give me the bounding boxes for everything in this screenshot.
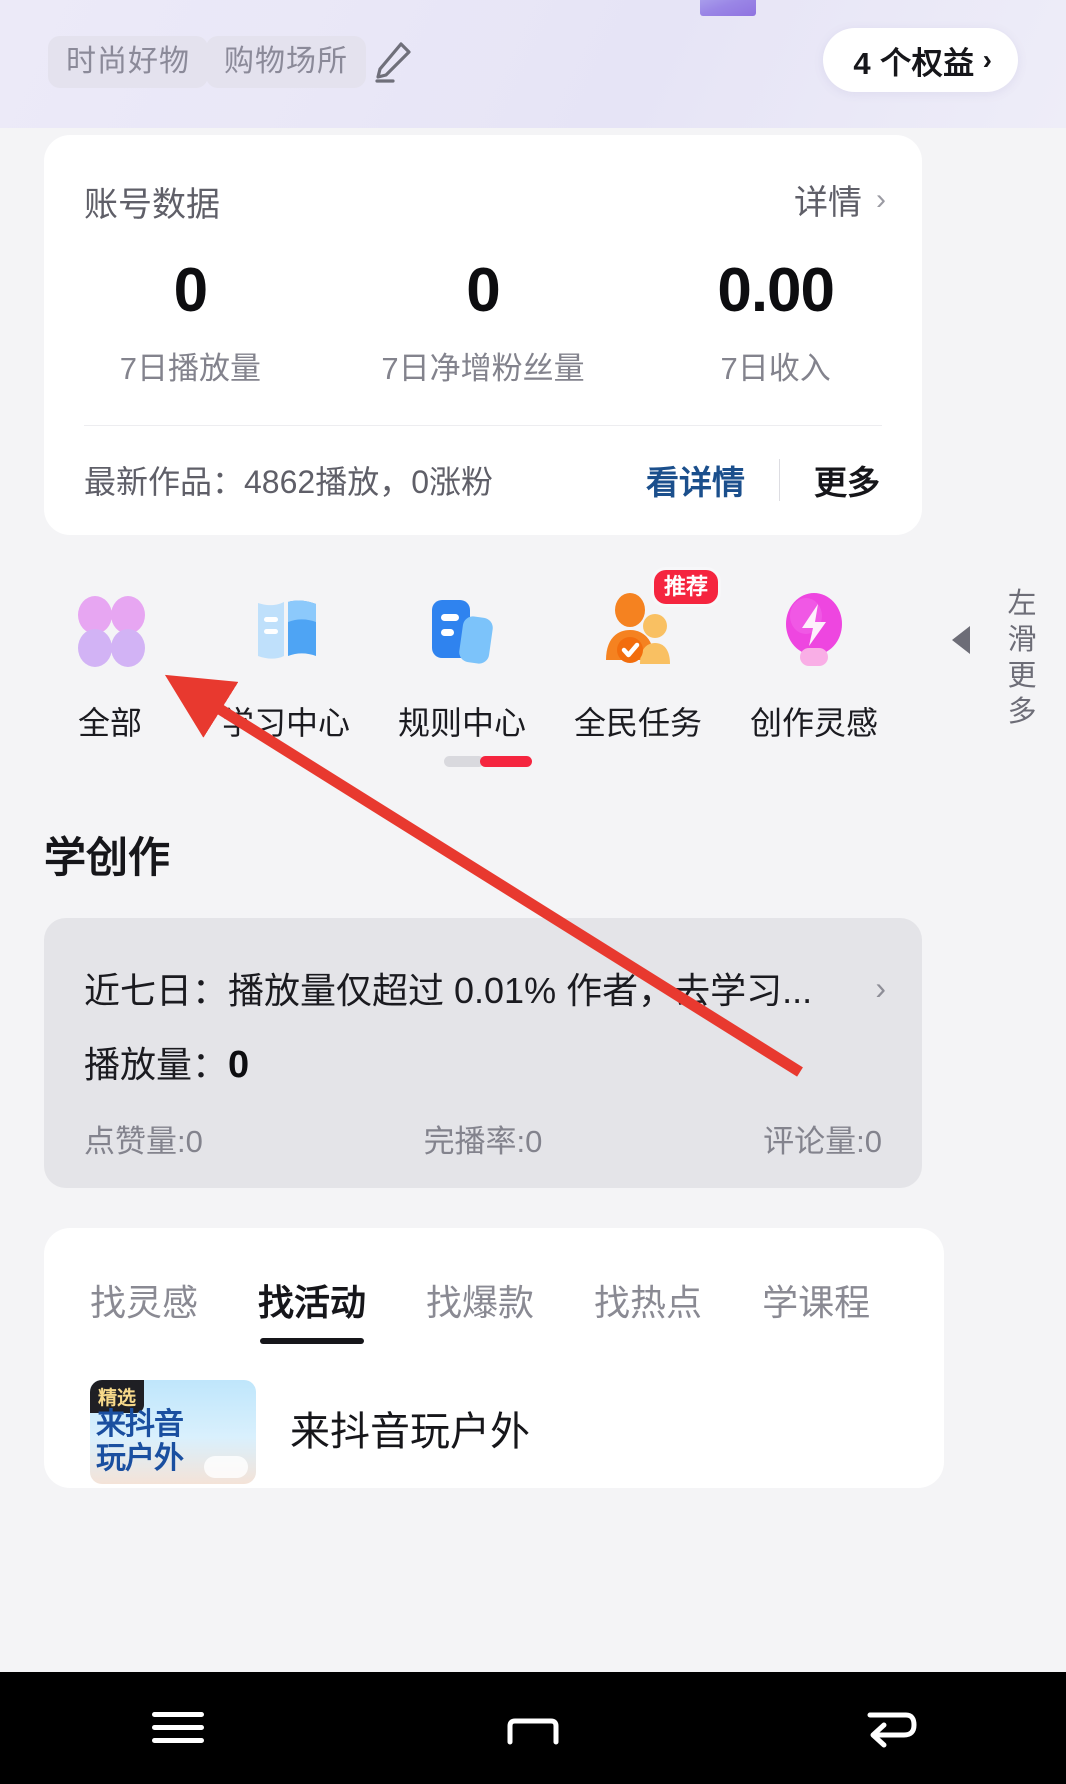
tab-find-activity[interactable]: 找活动 bbox=[258, 1274, 366, 1344]
home-icon bbox=[507, 1718, 559, 1745]
entry-creation-inspiration[interactable]: 创作灵感 bbox=[726, 578, 902, 744]
recommend-badge: 推荐 bbox=[653, 570, 718, 604]
tab-find-hit[interactable]: 找爆款 bbox=[426, 1274, 534, 1326]
entry-label: 全部 bbox=[77, 705, 142, 741]
back-button[interactable] bbox=[828, 1672, 948, 1784]
feed-thumbnail: 精选 来抖音 玩户外 bbox=[90, 1380, 256, 1484]
entry-rule-center[interactable]: 规则中心 bbox=[374, 578, 550, 744]
account-detail-link[interactable]: 详情 › bbox=[794, 175, 886, 224]
rights-label: 4 个权益 bbox=[853, 45, 975, 81]
open-book-icon bbox=[198, 578, 374, 682]
entry-national-task[interactable]: 推荐 全民任务 bbox=[550, 570, 726, 744]
learn-play-value: 0 bbox=[228, 1044, 250, 1086]
stat-value: 0.00 bbox=[717, 256, 835, 325]
account-data-title: 账号数据 bbox=[84, 186, 220, 224]
entry-label: 创作灵感 bbox=[749, 705, 878, 741]
chevron-right-icon: › bbox=[876, 182, 886, 216]
metric-completion-rate: 完播率:0 bbox=[423, 1124, 543, 1159]
account-detail-label: 详情 bbox=[794, 184, 862, 222]
stat-plays[interactable]: 0 7日播放量 bbox=[44, 253, 337, 388]
tab-find-inspiration[interactable]: 找灵感 bbox=[90, 1274, 198, 1326]
account-data-card[interactable]: 账号数据 详情 › 0 7日播放量 0 7日净增粉丝量 0.00 7日收入 最新… bbox=[44, 135, 922, 535]
metric-likes: 点赞量:0 bbox=[84, 1124, 203, 1159]
app-screen: 时尚好物 购物场所 4 个权益 › 账号数据 详情 › 0 7日播放量 0 7日… bbox=[0, 0, 1066, 1784]
slide-more-hint: 左滑更多 bbox=[1007, 588, 1037, 728]
people-check-icon: 推荐 bbox=[550, 570, 726, 682]
metric-comments: 评论量:0 bbox=[763, 1124, 882, 1159]
entry-all[interactable]: 全部 bbox=[22, 578, 198, 744]
chevron-right-icon: › bbox=[875, 969, 886, 1006]
menu-icon bbox=[151, 1712, 204, 1743]
entry-label: 规则中心 bbox=[397, 705, 526, 741]
chevron-right-icon: › bbox=[982, 44, 992, 75]
entry-pager[interactable] bbox=[444, 756, 532, 767]
chip-fashion-goods[interactable]: 时尚好物 bbox=[48, 36, 208, 88]
rights-button[interactable]: 4 个权益 › bbox=[823, 28, 1018, 92]
feed-item[interactable]: 精选 来抖音 玩户外 来抖音玩户外 bbox=[90, 1380, 530, 1484]
back-icon bbox=[867, 1712, 917, 1748]
rules-card-icon bbox=[374, 578, 550, 682]
learn-metrics-row: 点赞量:0 完播率:0 评论量:0 bbox=[84, 1116, 882, 1161]
stat-new-fans[interactable]: 0 7日净增粉丝量 bbox=[337, 253, 630, 388]
edit-pencil-button[interactable] bbox=[366, 36, 418, 88]
thumbnail-text: 来抖音 玩户外 bbox=[96, 1408, 184, 1475]
top-gradient-header: 时尚好物 购物场所 4 个权益 › bbox=[0, 0, 1066, 128]
menu-button[interactable] bbox=[118, 1672, 238, 1784]
section-title-learn-creation: 学创作 bbox=[44, 834, 171, 881]
pencil-icon bbox=[375, 42, 411, 83]
stat-value: 0 bbox=[173, 256, 208, 325]
learn-card-headline: 近七日：播放量仅超过 0.01% 作者，去学习... bbox=[84, 970, 813, 1011]
view-detail-link[interactable]: 看详情 bbox=[646, 456, 745, 504]
cloud-decoration bbox=[204, 1456, 248, 1478]
learn-card-headline-row[interactable]: 近七日：播放量仅超过 0.01% 作者，去学习... › bbox=[84, 962, 886, 1014]
lightbulb-bolt-icon bbox=[726, 578, 902, 682]
latest-work-summary: 最新作品：4862播放，0涨粉 bbox=[84, 464, 493, 500]
learn-creation-card[interactable]: 近七日：播放量仅超过 0.01% 作者，去学习... › 播放量：0 点赞量:0… bbox=[44, 918, 922, 1188]
home-button[interactable] bbox=[473, 1672, 593, 1784]
stat-label: 7日净增粉丝量 bbox=[381, 351, 585, 386]
entry-learning-center[interactable]: 学习中心 bbox=[198, 578, 374, 744]
discover-tab-card: 找灵感 找活动 找爆款 找热点 学课程 精选 来抖音 玩户外 来抖音玩户外 bbox=[44, 1228, 944, 1488]
triangle-left-icon bbox=[952, 626, 970, 654]
discover-tabs: 找灵感 找活动 找爆款 找热点 学课程 bbox=[44, 1274, 944, 1344]
pager-thumb bbox=[480, 756, 532, 767]
quick-entry-row: 全部 学习中心 规则中心 推荐 全民任务 创作灵感 左滑更多 bbox=[0, 570, 1066, 778]
learn-play-label: 播放量： bbox=[84, 1044, 229, 1085]
grid-dots-icon bbox=[22, 578, 198, 682]
entry-label: 全民任务 bbox=[573, 705, 702, 741]
footer-separator bbox=[779, 459, 780, 501]
feed-item-title: 来抖音玩户外 bbox=[290, 1410, 530, 1454]
more-button[interactable]: 更多 bbox=[814, 456, 880, 504]
stat-label: 7日收入 bbox=[720, 351, 831, 386]
latest-work-row: 最新作品：4862播放，0涨粉 看详情 更多 bbox=[44, 425, 922, 535]
stat-value: 0 bbox=[466, 256, 500, 325]
tab-find-trending[interactable]: 找热点 bbox=[594, 1274, 702, 1326]
pager-track bbox=[444, 756, 484, 767]
entry-label: 学习中心 bbox=[221, 705, 350, 741]
android-nav-bar bbox=[0, 1672, 1066, 1784]
chip-shopping-place[interactable]: 购物场所 bbox=[206, 36, 366, 88]
learn-play-count: 播放量：0 bbox=[84, 1036, 249, 1088]
stat-label: 7日播放量 bbox=[119, 351, 261, 386]
stat-income[interactable]: 0.00 7日收入 bbox=[629, 253, 922, 388]
account-stats-row: 0 7日播放量 0 7日净增粉丝量 0.00 7日收入 bbox=[44, 253, 922, 388]
tab-learn-course[interactable]: 学课程 bbox=[762, 1274, 870, 1326]
